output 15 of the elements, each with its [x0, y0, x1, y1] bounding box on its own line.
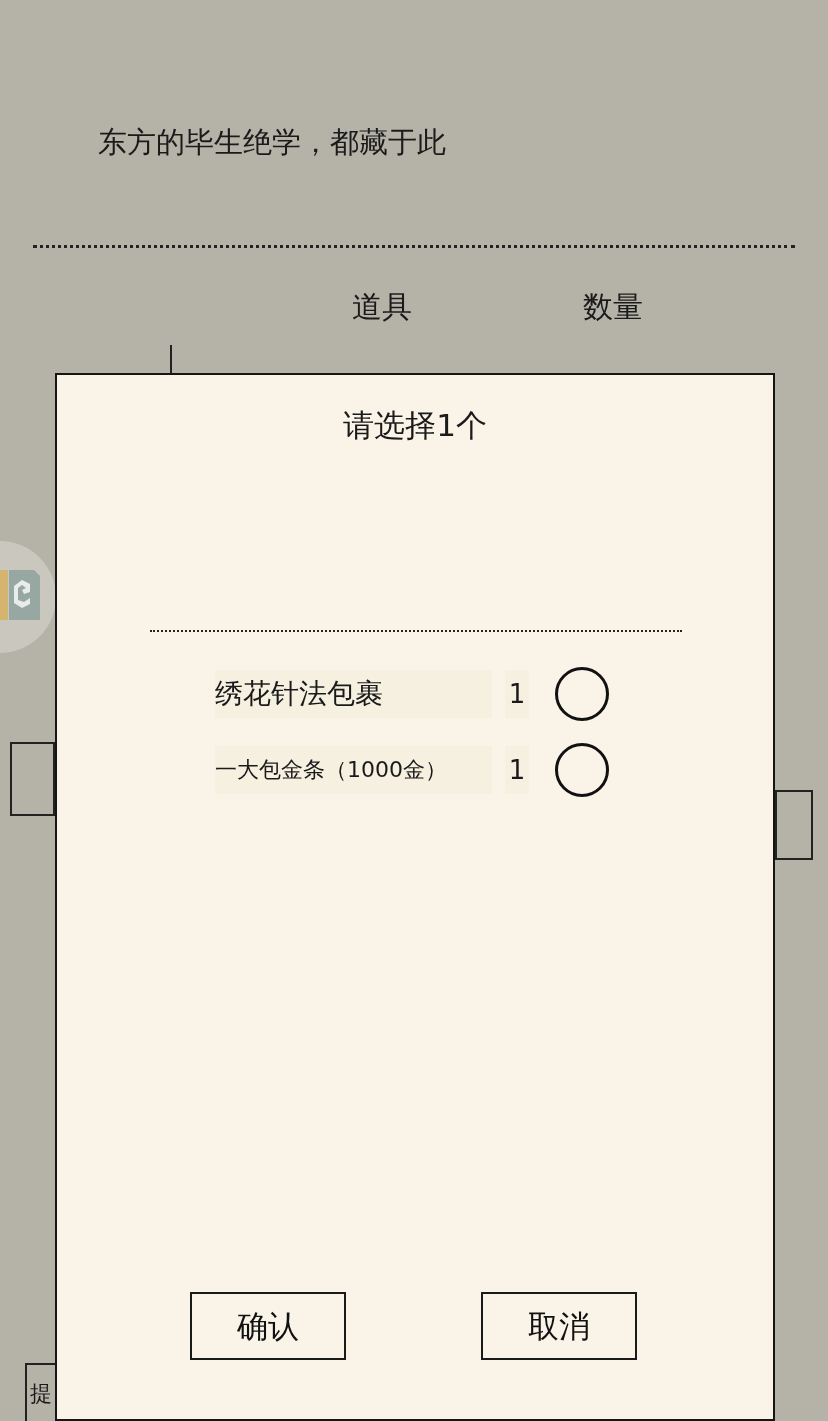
side-button[interactable]: 提 [25, 1363, 55, 1421]
partly-covered-button[interactable] [775, 790, 813, 860]
item-name: 绣花针法包裹 [215, 670, 492, 718]
cancel-button[interactable]: 取消 [481, 1292, 637, 1360]
item-quantity: 1 [505, 746, 529, 794]
column-header: 数量 [583, 288, 643, 326]
column-header: 道具 [352, 288, 412, 326]
radio-button[interactable] [555, 743, 609, 797]
confirm-button[interactable]: 确认 [190, 1292, 346, 1360]
item-quantity: 1 [505, 670, 529, 718]
item-name: 一大包金条（1000金） [215, 746, 492, 794]
partly-covered-button[interactable] [10, 742, 55, 816]
intro-text: 东方的毕生绝学，都藏于此 [98, 124, 446, 161]
dialog-title: 请选择1个 [342, 406, 488, 445]
radio-button[interactable] [555, 667, 609, 721]
